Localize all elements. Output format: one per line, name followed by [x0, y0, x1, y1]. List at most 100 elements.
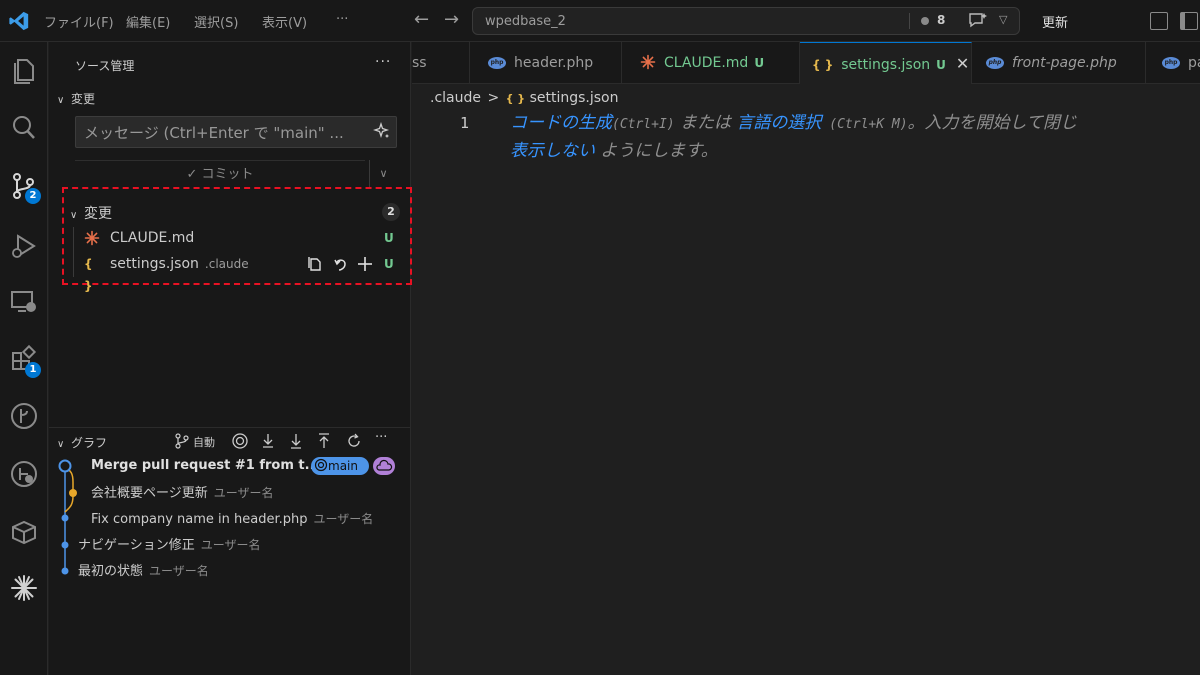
sidebar-title: ソース管理 [75, 59, 135, 73]
chevron-down-icon[interactable]: ▽ [999, 13, 1007, 26]
refresh-icon[interactable] [345, 432, 363, 450]
change-file-row[interactable]: CLAUDE.md U [84, 227, 394, 249]
dont-show-link[interactable]: 表示しない [510, 141, 595, 161]
breadcrumb-file[interactable]: settings.json [530, 90, 619, 106]
commit-dropdown-icon[interactable]: ∨ [369, 160, 397, 188]
discard-changes-icon[interactable] [332, 255, 350, 273]
branch-icon[interactable] [173, 432, 191, 450]
back-arrow-icon[interactable]: ← [414, 9, 429, 30]
vscode-logo-icon[interactable] [8, 10, 30, 32]
tab-partial-right[interactable]: phppa [1146, 42, 1200, 84]
tab-label: CLAUDE.md [664, 55, 749, 71]
graph-auto-label[interactable]: 自動 [193, 434, 215, 450]
package-icon[interactable] [8, 516, 40, 548]
php-file-icon: php [986, 57, 1004, 69]
explorer-icon[interactable] [8, 54, 40, 86]
graph-commit-row[interactable]: 会社概要ページ更新 ユーザー名 [91, 481, 274, 505]
activity-bar: 2 1 [0, 42, 48, 675]
close-icon[interactable]: ✕ [956, 54, 969, 73]
tab-label: pa [1188, 55, 1200, 71]
command-center-divider [909, 13, 910, 29]
menu-more[interactable]: ··· [336, 12, 348, 27]
fetch-icon[interactable] [259, 432, 277, 450]
layout-sidebar-icon[interactable] [1180, 12, 1198, 30]
pull-icon[interactable] [287, 432, 305, 450]
hint-suffix-text: ようにします。 [595, 141, 718, 161]
commit-message-input[interactable]: メッセージ (Ctrl+Enter で "main" ... [75, 116, 397, 148]
push-icon[interactable] [315, 432, 333, 450]
hint-or-text: または [674, 113, 737, 133]
file-status: U [384, 231, 394, 245]
claude-file-icon [84, 230, 100, 246]
forward-arrow-icon[interactable]: → [444, 9, 459, 30]
search-icon[interactable] [8, 112, 40, 144]
more-actions-icon[interactable]: ··· [375, 54, 391, 70]
hint-line-2: 表示しない ようにします。 [510, 138, 1200, 165]
github-actions-icon[interactable] [8, 458, 40, 490]
select-language-shortcut: (Ctrl+K M) [821, 117, 908, 132]
commit-message: ナビゲーション修正 [78, 538, 195, 553]
json-file-icon: { } [812, 58, 834, 72]
tab-label: ss [412, 55, 427, 71]
changes-section-header[interactable]: ∨ 変更 [57, 90, 95, 107]
menu-file[interactable]: ファイル(F) [44, 12, 114, 31]
changes-count-badge: 2 [382, 203, 400, 221]
layout-editor-icon[interactable] [1150, 12, 1168, 30]
commit-message: 最初の状態 [78, 564, 144, 579]
generate-code-shortcut: (Ctrl+I) [612, 117, 675, 132]
chat-icon[interactable] [967, 11, 989, 31]
menu-edit[interactable]: 編集(E) [126, 12, 170, 31]
breadcrumb-folder[interactable]: .claude [430, 90, 481, 106]
file-name-wrap: settings.json .claude [110, 253, 249, 275]
commit-author: ユーザー名 [149, 564, 209, 578]
git-graph-icon[interactable] [8, 400, 40, 432]
tab-partial-left[interactable]: ss [412, 42, 470, 84]
chevron-down-icon: ∨ [57, 95, 65, 106]
graph-section-header[interactable]: ∨ グラフ [57, 434, 107, 451]
tab-front-page-php[interactable]: php front-page.php [972, 42, 1146, 84]
tab-settings-json[interactable]: { } settings.json U ✕ [800, 42, 972, 84]
remote-explorer-icon[interactable] [8, 286, 40, 318]
graph-commit-row[interactable]: 最初の状態 ユーザー名 [78, 559, 209, 583]
branch-name: main [328, 459, 358, 473]
editor-empty-hint: コードの生成(Ctrl+I) または 言語の選択 (Ctrl+K M)。入力を開… [510, 110, 1200, 165]
claude-icon[interactable] [8, 572, 40, 604]
graph-section: ∨ グラフ 自動 ··· Merge pull request #1 from … [49, 427, 411, 675]
editor-area[interactable]: .claude > { } settings.json 1 コードの生成(Ctr… [412, 84, 1200, 675]
graph-more-icon[interactable]: ··· [375, 430, 387, 448]
sparkle-icon[interactable] [373, 122, 391, 140]
commit-button[interactable]: ✓ コミット [75, 160, 365, 188]
generate-code-link[interactable]: コードの生成 [510, 113, 612, 133]
graph-commit-row[interactable]: ナビゲーション修正 ユーザー名 [78, 533, 261, 557]
tab-header-php[interactable]: php header.php [470, 42, 622, 84]
title-bar: ファイル(F) 編集(E) 選択(S) 表示(V) ··· ← → wpedba… [0, 0, 1200, 42]
target-icon[interactable] [231, 432, 249, 450]
select-language-link[interactable]: 言語の選択 [736, 113, 821, 133]
extensions-badge: 1 [25, 362, 41, 378]
cloud-badge [373, 457, 395, 475]
graph-commit-row[interactable]: Merge pull request #1 from t... [91, 454, 319, 478]
changes-group-header[interactable]: ∨ 変更 [70, 203, 112, 223]
commit-message: Merge pull request #1 from t... [91, 458, 320, 473]
tab-label: header.php [514, 55, 594, 71]
tab-claude-md[interactable]: CLAUDE.md U [622, 42, 800, 84]
change-file-row[interactable]: { } settings.json .claude U [84, 253, 394, 293]
branch-badge-main: main [311, 457, 369, 475]
open-file-icon[interactable] [306, 255, 324, 273]
changes-group-highlight: ∨ 変更 2 CLAUDE.md U { } settings.json .clau… [62, 187, 412, 293]
php-file-icon: php [488, 57, 506, 69]
menu-view[interactable]: 表示(V) [262, 12, 307, 31]
breadcrumb: .claude > { } settings.json [430, 90, 619, 106]
menu-selection[interactable]: 選択(S) [194, 12, 238, 31]
hint-line-1: コードの生成(Ctrl+I) または 言語の選択 (Ctrl+K M)。入力を開… [510, 110, 1200, 138]
scm-badge: 2 [25, 188, 41, 204]
update-button[interactable]: 更新 [1042, 12, 1068, 31]
command-center[interactable]: wpedbase_2 8 ▽ [472, 7, 1020, 35]
chevron-down-icon: ∨ [57, 439, 65, 450]
tab-label: front-page.php [1012, 55, 1117, 71]
file-directory: .claude [204, 257, 249, 271]
graph-commit-row[interactable]: Fix company name in header.php ユーザー名 [91, 507, 373, 531]
stage-changes-icon[interactable] [356, 255, 374, 273]
run-debug-icon[interactable] [8, 230, 40, 262]
claude-file-icon [640, 54, 656, 70]
